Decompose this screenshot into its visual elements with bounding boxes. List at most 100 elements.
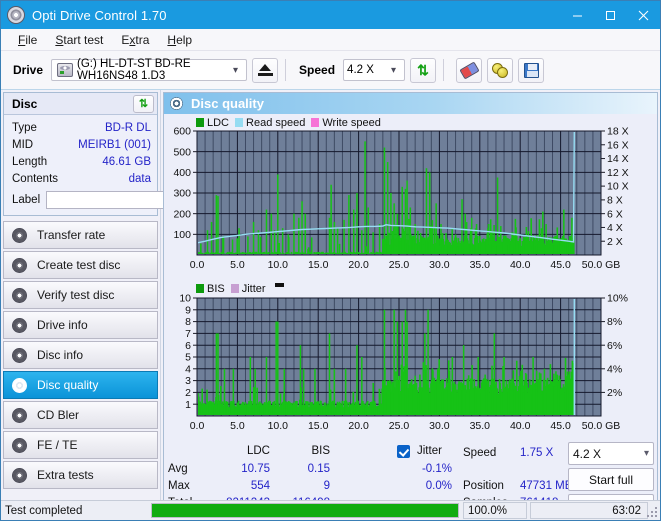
stats-row-avg-label: Avg bbox=[168, 463, 188, 475]
eject-button[interactable] bbox=[252, 57, 279, 83]
menu-bar: File Start test Extra Help bbox=[1, 29, 660, 51]
svg-text:35.0: 35.0 bbox=[470, 420, 491, 432]
stats-ldc-avg: 10.75 bbox=[241, 463, 270, 475]
speed-select-value: 4.2 X bbox=[347, 64, 374, 76]
svg-text:0.0: 0.0 bbox=[190, 259, 205, 271]
svg-text:18 X: 18 X bbox=[607, 126, 629, 138]
toolbar-divider-1 bbox=[285, 59, 287, 81]
sidebar-item-disc-info[interactable]: Disc info bbox=[3, 341, 158, 369]
disc-label-row: Label bbox=[12, 189, 223, 210]
menu-file[interactable]: File bbox=[9, 31, 46, 49]
jitter-label: Jitter bbox=[417, 445, 442, 457]
bis-chart: BIS Jitter 1 2 3 4 5 6 7 8 9 10 2% 4% 6% 8% 10% 0.0 5.0 1… bbox=[164, 282, 657, 442]
jitter-checkbox[interactable] bbox=[397, 445, 410, 458]
close-icon[interactable] bbox=[627, 1, 660, 29]
disc-panel-header: Disc ⇅ bbox=[4, 93, 157, 115]
svg-text:45.0: 45.0 bbox=[550, 259, 571, 271]
start-full-button[interactable]: Start full bbox=[568, 468, 654, 491]
speed-label: Speed bbox=[299, 63, 336, 77]
svg-text:45.0: 45.0 bbox=[550, 420, 571, 432]
disc-test-icon bbox=[12, 407, 27, 423]
progress-bar-fill bbox=[152, 504, 458, 517]
coins-icon bbox=[491, 62, 509, 78]
svg-text:9: 9 bbox=[185, 304, 191, 316]
refresh-icon: ⇅ bbox=[138, 98, 149, 110]
save-button[interactable] bbox=[518, 57, 545, 83]
disc-row-key: Length bbox=[12, 155, 48, 168]
svg-text:10: 10 bbox=[179, 293, 191, 305]
sidebar-item-label: Extra tests bbox=[37, 468, 94, 482]
sidebar-item-label: FE / TE bbox=[37, 438, 78, 452]
menu-extra[interactable]: Extra bbox=[112, 31, 158, 49]
svg-text:8%: 8% bbox=[607, 316, 622, 328]
coins-button[interactable] bbox=[487, 57, 514, 83]
svg-text:15.0: 15.0 bbox=[308, 420, 329, 432]
sidebar-item-transfer-rate[interactable]: Transfer rate bbox=[3, 221, 158, 249]
page-title: Disc quality bbox=[191, 96, 264, 111]
sidebar-item-disc-quality[interactable]: Disc quality bbox=[3, 371, 158, 399]
disc-label-key: Label bbox=[12, 193, 41, 206]
refresh-button[interactable]: ⇅ bbox=[410, 57, 437, 83]
title-bar: Opti Drive Control 1.70 bbox=[1, 1, 660, 29]
menu-start-test[interactable]: Start test bbox=[46, 31, 112, 49]
main-panel-header: Disc quality bbox=[164, 93, 657, 114]
svg-text:12 X: 12 X bbox=[607, 167, 629, 179]
bis-chart-svg: 12345678910 2% 4% 6% 8% 10% 0.0 5.0 10.0 15.0 20.0… bbox=[179, 293, 628, 432]
stats-panel: LDC BIS Jitter Avg 10.75 0.15 -0.1% Max … bbox=[164, 442, 657, 517]
drive-select[interactable]: (G:) HL-DT-ST BD-RE WH16NS48 1.D3 ▾ bbox=[51, 58, 248, 82]
sidebar-item-create-test-disc[interactable]: Create test disc bbox=[3, 251, 158, 279]
stats-ldc-max: 554 bbox=[250, 480, 270, 492]
minimize-icon[interactable] bbox=[561, 1, 594, 29]
svg-text:35.0: 35.0 bbox=[470, 259, 491, 271]
svg-text:600: 600 bbox=[173, 126, 191, 138]
save-icon bbox=[523, 62, 539, 78]
svg-text:14 X: 14 X bbox=[607, 153, 629, 165]
stats-bis-max: 9 bbox=[323, 480, 330, 492]
speed-select[interactable]: 4.2 X ▾ bbox=[343, 59, 406, 81]
disc-row-value: MEIRB1 (001) bbox=[78, 138, 151, 151]
svg-text:6%: 6% bbox=[607, 340, 622, 352]
menu-help[interactable]: Help bbox=[158, 31, 201, 49]
test-speed-select[interactable]: 4.2 X ▾ bbox=[568, 442, 654, 465]
drive-icon bbox=[57, 63, 74, 77]
svg-text:4: 4 bbox=[185, 363, 191, 375]
stats-header-bis: BIS bbox=[311, 445, 330, 457]
sidebar-item-drive-info[interactable]: Drive info bbox=[3, 311, 158, 339]
sidebar-nav: Transfer rate Create test disc Verify te… bbox=[1, 221, 160, 491]
disc-row-key: Type bbox=[12, 121, 37, 134]
status-text: Test completed bbox=[5, 504, 83, 517]
sidebar-item-fe-te[interactable]: FE / TE bbox=[3, 431, 158, 459]
sidebar-item-label: CD Bler bbox=[37, 408, 80, 422]
sidebar-item-label: Disc info bbox=[37, 348, 84, 362]
status-bar: Test completed 100.0% 63:02 bbox=[1, 500, 660, 520]
svg-text:25.0: 25.0 bbox=[389, 259, 410, 271]
sidebar-item-cd-bler[interactable]: CD Bler bbox=[3, 401, 158, 429]
svg-text:20.0: 20.0 bbox=[348, 259, 369, 271]
disc-refresh-button[interactable]: ⇅ bbox=[133, 94, 154, 113]
main-panel: Disc quality LDC Read speed Write speed bbox=[163, 92, 658, 520]
app-window: Opti Drive Control 1.70 File Start test … bbox=[0, 0, 661, 521]
disc-test-icon bbox=[12, 227, 27, 243]
disc-panel: Disc ⇅ Type BD-R DL MID MEIRB1 (001) Len… bbox=[3, 92, 223, 216]
disc-quality-icon bbox=[12, 377, 27, 393]
svg-text:8: 8 bbox=[185, 316, 191, 328]
svg-text:4%: 4% bbox=[607, 363, 622, 375]
svg-text:2: 2 bbox=[185, 387, 191, 399]
disc-quality-icon bbox=[170, 97, 183, 110]
sidebar-item-label: Drive info bbox=[37, 318, 88, 332]
maximize-icon[interactable] bbox=[594, 1, 627, 29]
disc-row-value: 46.61 GB bbox=[102, 155, 151, 168]
svg-text:400: 400 bbox=[173, 167, 191, 179]
sidebar: Disc ⇅ Type BD-R DL MID MEIRB1 (001) Len… bbox=[1, 90, 223, 520]
sidebar-item-verify-test-disc[interactable]: Verify test disc bbox=[3, 281, 158, 309]
resize-grip-icon[interactable] bbox=[647, 507, 657, 517]
svg-text:5.0: 5.0 bbox=[230, 420, 245, 432]
sidebar-item-extra-tests[interactable]: Extra tests bbox=[3, 461, 158, 489]
disc-row-contents: Contents data bbox=[12, 170, 151, 187]
erase-button[interactable] bbox=[456, 57, 483, 83]
svg-text:40.0: 40.0 bbox=[510, 259, 531, 271]
stats-jitter-avg: -0.1% bbox=[421, 463, 452, 475]
svg-text:6: 6 bbox=[185, 340, 191, 352]
elapsed-time: 63:02 bbox=[530, 502, 648, 519]
